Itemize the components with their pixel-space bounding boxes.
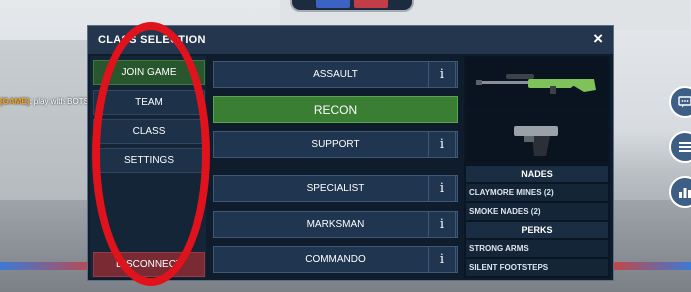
class-commando-label: COMMANDO xyxy=(305,254,366,265)
perk-item: STRONG ARMS xyxy=(466,240,608,257)
class-support-label: SUPPORT xyxy=(311,139,360,150)
team-button[interactable]: TEAM xyxy=(93,90,205,115)
perks-header: PERKS xyxy=(466,222,608,238)
settings-button[interactable]: SETTINGS xyxy=(93,148,205,173)
perk-item: SILENT FOOTSTEPS xyxy=(466,259,608,276)
background-wall xyxy=(0,40,100,220)
nade-item: CLAYMORE MINES (2) xyxy=(466,184,608,201)
disconnect-button[interactable]: DISCONNECT xyxy=(93,252,205,277)
class-marksman-label: MARKSMAN xyxy=(306,219,365,230)
class-recon-button[interactable]: RECON xyxy=(213,96,458,123)
background-ledge-right xyxy=(612,262,691,270)
chat-icon xyxy=(678,96,691,108)
commando-info-button[interactable]: i xyxy=(428,246,456,273)
class-button[interactable]: CLASS xyxy=(93,119,205,144)
chat-button[interactable] xyxy=(669,86,691,118)
marksman-info-button[interactable]: i xyxy=(428,211,456,238)
game-scene: [GAME]: play with BOTS CLASS SELECTION ×… xyxy=(0,0,691,292)
primary-weapon-slot xyxy=(466,58,608,108)
class-commando-button[interactable]: COMMANDO xyxy=(213,246,458,273)
dialog-title: CLASS SELECTION xyxy=(98,34,206,46)
chat-message: [GAME]: play with BOTS xyxy=(0,97,89,106)
assault-info-button[interactable]: i xyxy=(428,61,456,88)
background-ledge-left xyxy=(0,262,100,270)
class-recon-label: RECON xyxy=(313,102,358,117)
stats-icon xyxy=(679,188,691,198)
class-assault-label: ASSAULT xyxy=(313,69,358,80)
team-score-display xyxy=(290,0,414,12)
support-info-button[interactable]: i xyxy=(428,131,456,158)
nades-header: NADES xyxy=(466,166,608,182)
nav-panel: JOIN GAME TEAM CLASS SETTINGS DISCONNECT xyxy=(90,56,206,278)
class-marksman-button[interactable]: MARKSMAN xyxy=(213,211,458,238)
loadout-panel: NADES CLAYMORE MINES (2) SMOKE NADES (2)… xyxy=(464,56,610,278)
chat-tag: [GAME] xyxy=(0,97,30,106)
specialist-info-button[interactable]: i xyxy=(428,175,456,202)
class-specialist-button[interactable]: SPECIALIST xyxy=(213,175,458,202)
class-support-button[interactable]: SUPPORT xyxy=(213,131,458,158)
join-game-button[interactable]: JOIN GAME xyxy=(93,60,205,85)
dialog-titlebar: CLASS SELECTION × xyxy=(88,26,613,54)
menu-icon xyxy=(679,142,691,152)
nade-item: SMOKE NADES (2) xyxy=(466,203,608,220)
class-specialist-label: SPECIALIST xyxy=(306,183,365,194)
close-icon[interactable]: × xyxy=(593,29,603,49)
pistol-icon xyxy=(514,126,558,156)
blue-team-score xyxy=(316,0,350,8)
secondary-weapon-slot xyxy=(466,112,608,162)
sniper-rifle-icon xyxy=(476,74,596,94)
chat-text: : play with BOTS xyxy=(29,97,89,106)
menu-button[interactable] xyxy=(669,131,691,163)
red-team-score xyxy=(354,0,388,8)
class-selection-dialog: CLASS SELECTION × JOIN GAME TEAM CLASS S… xyxy=(87,25,614,281)
class-assault-button[interactable]: ASSAULT xyxy=(213,61,458,88)
